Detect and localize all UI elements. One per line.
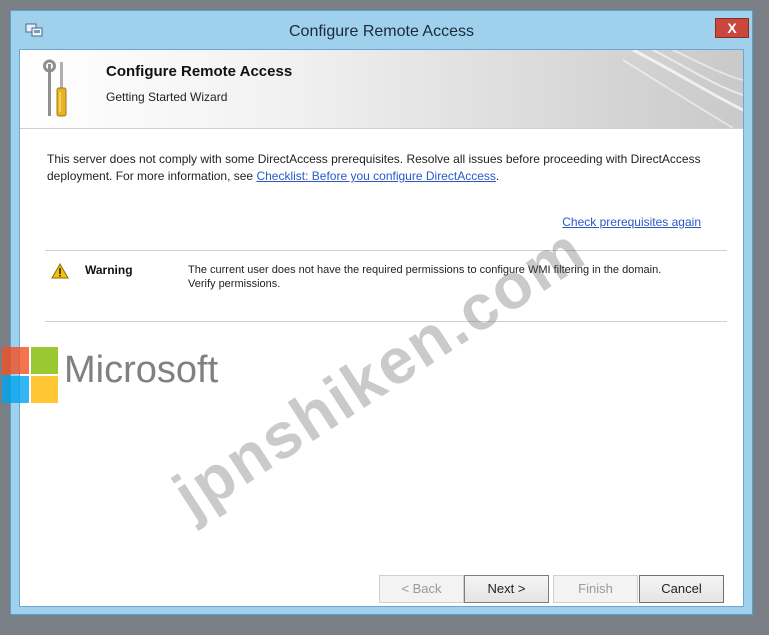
- issue-description: The current user does not have the requi…: [188, 264, 662, 290]
- warning-icon: [51, 263, 69, 279]
- microsoft-logo-watermark: [2, 347, 58, 403]
- wrench-screwdriver-icon: [43, 59, 67, 117]
- prerequisite-message: This server does not comply with some Di…: [47, 151, 717, 185]
- cancel-button[interactable]: Cancel: [639, 575, 724, 603]
- finish-button[interactable]: Finish: [553, 575, 638, 603]
- next-button[interactable]: Next >: [464, 575, 549, 603]
- checklist-link[interactable]: Checklist: Before you configure DirectAc…: [256, 169, 495, 183]
- divider-top: [45, 250, 727, 251]
- check-prerequisites-again-link[interactable]: Check prerequisites again: [562, 215, 701, 229]
- title-bar[interactable]: Configure Remote Access X: [11, 11, 752, 49]
- message-end: .: [495, 169, 500, 183]
- wizard-title: Configure Remote Access: [106, 63, 293, 80]
- microsoft-watermark-text: Microsoft: [64, 349, 219, 391]
- wizard-subtitle: Getting Started Wizard: [106, 90, 228, 104]
- wizard-window: Configure Remote Access X Configure Remo…: [10, 10, 753, 615]
- window-title: Configure Remote Access: [289, 23, 474, 40]
- issue-level: Warning: [85, 263, 133, 277]
- wizard-header: Configure Remote Access Getting Started …: [20, 50, 743, 129]
- close-button[interactable]: X: [715, 18, 749, 38]
- back-button[interactable]: < Back: [379, 575, 464, 603]
- decorative-streaks: [622, 50, 743, 128]
